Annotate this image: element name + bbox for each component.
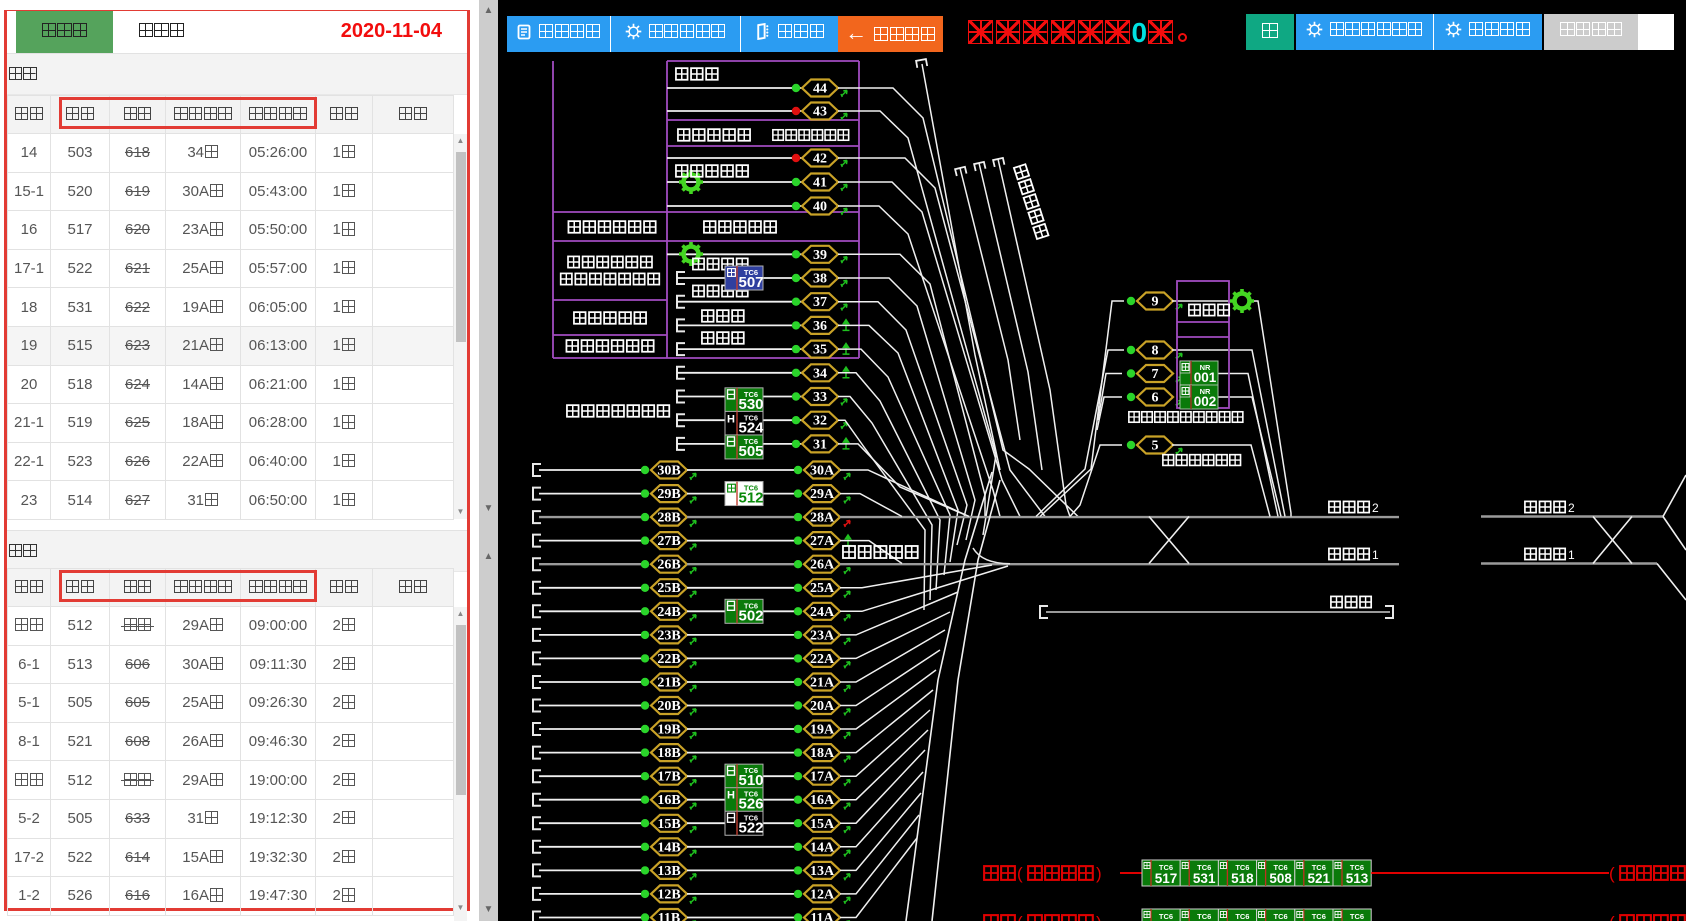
svg-text:H: H	[727, 413, 735, 425]
svg-text:29A: 29A	[810, 487, 835, 502]
svg-text:530: 530	[738, 396, 763, 413]
svg-text:TC6: TC6	[1235, 912, 1249, 921]
svg-text:28B: 28B	[657, 511, 680, 526]
svg-text:23B: 23B	[657, 628, 680, 643]
svg-text:508: 508	[1269, 871, 1292, 886]
svg-text:): )	[1096, 913, 1102, 921]
svg-text:7: 7	[1152, 367, 1159, 382]
svg-text:11B: 11B	[658, 911, 681, 921]
svg-text:19A: 19A	[810, 723, 835, 738]
svg-text:6: 6	[1152, 391, 1159, 406]
svg-text:505: 505	[738, 443, 763, 460]
svg-text:40: 40	[813, 200, 827, 215]
svg-text:H: H	[727, 790, 735, 802]
svg-text:13B: 13B	[657, 864, 680, 879]
svg-text:11A: 11A	[810, 911, 834, 921]
svg-text:24A: 24A	[810, 605, 835, 620]
svg-text:22B: 22B	[657, 652, 680, 667]
svg-text:25A: 25A	[810, 581, 835, 596]
svg-text:507: 507	[738, 274, 763, 291]
svg-text:44: 44	[813, 82, 827, 97]
svg-text:28A: 28A	[810, 511, 835, 526]
svg-text:17B: 17B	[657, 770, 680, 785]
svg-text:27B: 27B	[657, 534, 680, 549]
svg-text:32: 32	[813, 414, 827, 429]
svg-text:17A: 17A	[810, 770, 835, 785]
svg-text:510: 510	[738, 772, 763, 789]
svg-text:(: (	[1609, 864, 1615, 883]
svg-text:15A: 15A	[810, 817, 835, 832]
svg-text:42: 42	[813, 152, 827, 167]
svg-text:12A: 12A	[810, 887, 835, 902]
svg-text:1: 1	[1372, 548, 1379, 562]
svg-text:14A: 14A	[810, 840, 835, 855]
svg-text:2: 2	[1568, 501, 1575, 515]
svg-text:39: 39	[813, 248, 827, 263]
svg-text:526: 526	[738, 796, 763, 813]
svg-text:001: 001	[1194, 370, 1217, 385]
svg-text:18B: 18B	[657, 746, 680, 761]
svg-text:TC6: TC6	[1312, 912, 1326, 921]
svg-text:): )	[1096, 864, 1102, 883]
svg-text:37: 37	[813, 295, 827, 310]
svg-text:24B: 24B	[657, 605, 680, 620]
svg-text:34: 34	[813, 366, 827, 381]
svg-text:531: 531	[1193, 871, 1216, 886]
svg-text:521: 521	[1308, 871, 1331, 886]
svg-text:512: 512	[738, 490, 763, 507]
svg-text:15B: 15B	[657, 817, 680, 832]
svg-text:517: 517	[1155, 871, 1178, 886]
svg-text:25B: 25B	[657, 581, 680, 596]
svg-text:18A: 18A	[810, 746, 835, 761]
svg-text:22A: 22A	[810, 652, 835, 667]
svg-text:31: 31	[813, 437, 827, 452]
svg-text:14B: 14B	[657, 840, 680, 855]
svg-text:35: 35	[813, 343, 827, 358]
svg-text:43: 43	[813, 105, 827, 120]
svg-text:13A: 13A	[810, 864, 835, 879]
svg-text:8: 8	[1152, 344, 1159, 359]
svg-text:513: 513	[1346, 871, 1369, 886]
svg-text:TC6: TC6	[1159, 912, 1173, 921]
svg-text:12B: 12B	[657, 887, 680, 902]
svg-text:20A: 20A	[810, 699, 835, 714]
svg-text:23A: 23A	[810, 628, 835, 643]
svg-text:19B: 19B	[657, 723, 680, 738]
svg-text:502: 502	[738, 607, 763, 624]
svg-text:21B: 21B	[657, 676, 680, 691]
svg-text:38: 38	[813, 272, 827, 287]
svg-text:(: (	[1017, 913, 1023, 921]
svg-text:26A: 26A	[810, 558, 835, 573]
svg-text:(: (	[1017, 864, 1023, 883]
svg-text:29B: 29B	[657, 487, 680, 502]
svg-text:41: 41	[813, 176, 827, 191]
svg-text:5: 5	[1152, 439, 1159, 454]
svg-text:518: 518	[1231, 871, 1254, 886]
svg-text:21A: 21A	[810, 676, 835, 691]
svg-text:TC6: TC6	[1350, 912, 1364, 921]
svg-text:(: (	[1609, 913, 1615, 921]
svg-text:27A: 27A	[810, 534, 835, 549]
svg-text:16A: 16A	[810, 793, 835, 808]
svg-text:9: 9	[1152, 295, 1159, 310]
svg-text:26B: 26B	[657, 558, 680, 573]
svg-text:16B: 16B	[657, 793, 680, 808]
svg-text:TC6: TC6	[1197, 912, 1211, 921]
svg-text:002: 002	[1194, 394, 1217, 409]
svg-text:2: 2	[1372, 501, 1379, 515]
svg-text:36: 36	[813, 319, 827, 334]
svg-text:524: 524	[738, 419, 764, 436]
svg-text:1: 1	[1568, 548, 1575, 562]
svg-text:522: 522	[738, 819, 763, 836]
svg-text:20B: 20B	[657, 699, 680, 714]
svg-text:30A: 30A	[810, 464, 835, 479]
svg-text:33: 33	[813, 390, 827, 405]
svg-text:TC6: TC6	[1274, 912, 1288, 921]
svg-text:30B: 30B	[657, 464, 680, 479]
